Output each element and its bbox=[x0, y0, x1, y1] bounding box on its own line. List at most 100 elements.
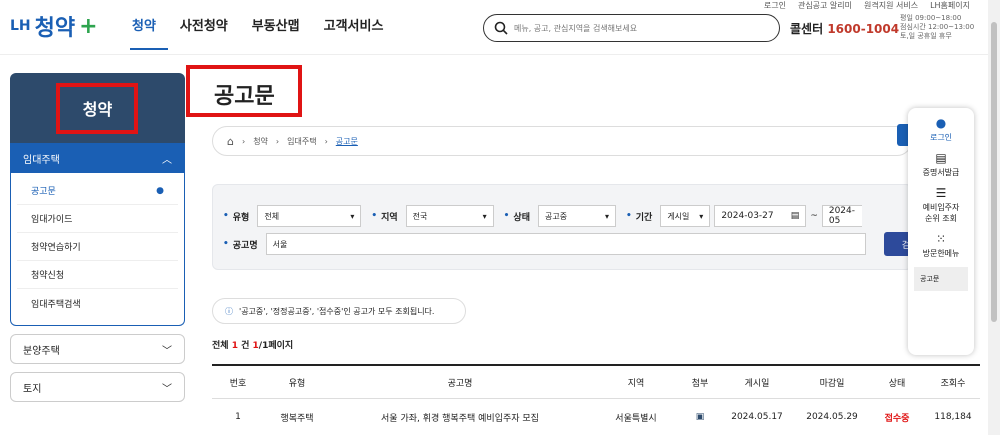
summary-post: /1페이지 bbox=[258, 341, 294, 351]
col-header: 게시일 bbox=[744, 378, 770, 389]
quick-cert[interactable]: ▤ 증명서발급 bbox=[908, 151, 974, 178]
sidebar-group-sale[interactable]: 분양주택 ﹀ bbox=[10, 334, 185, 364]
sidebar-item-search[interactable]: 임대주택검색 bbox=[17, 289, 178, 317]
document-icon: ▤ bbox=[935, 151, 947, 165]
quick-cert-label: 증명서발급 bbox=[922, 168, 960, 177]
sidebar-item-apply[interactable]: 청약신청 bbox=[17, 261, 178, 289]
notice-text: '공고중', '정정공고중', '접수중'인 공고가 모두 조회됩니다. bbox=[239, 306, 435, 316]
scrollbar[interactable] bbox=[988, 0, 1000, 435]
call-label: 콜센터 bbox=[790, 22, 824, 36]
logo[interactable]: LH 청약 + bbox=[10, 10, 98, 42]
date-separator: ~ bbox=[810, 211, 818, 221]
list-icon: ☰ bbox=[935, 186, 947, 200]
col-header: 조회수 bbox=[940, 378, 966, 389]
region-value: 전국 bbox=[412, 211, 428, 221]
nav-subscription[interactable]: 청약 bbox=[132, 15, 156, 34]
nav-customer-service[interactable]: 고객서비스 bbox=[324, 15, 384, 34]
chevron-down-icon: ﹀ bbox=[162, 345, 172, 357]
date-from-input[interactable]: 2024-03-27 ▤ bbox=[714, 205, 807, 227]
breadcrumb-item[interactable]: 청약 bbox=[253, 136, 268, 147]
attachment-icon[interactable]: ▣ bbox=[682, 412, 718, 422]
sidebar-group-rental-title[interactable]: 임대주택 ︿ bbox=[11, 143, 184, 173]
lh-home-link[interactable]: LH홈페이지 bbox=[930, 0, 970, 11]
col-header: 공고명 bbox=[447, 378, 473, 389]
caret-down-icon: ▾ bbox=[604, 211, 609, 221]
summary-count: 1 bbox=[231, 341, 238, 351]
cell-region: 서울특별시 bbox=[615, 413, 657, 424]
sidebar-group-land[interactable]: 토지 ﹀ bbox=[10, 372, 185, 402]
item-label: 임대주택검색 bbox=[31, 299, 81, 310]
alert-link[interactable]: 관심공고 알리미 bbox=[798, 0, 852, 11]
chevron-down-icon: ﹀ bbox=[162, 383, 172, 395]
active-dot-icon: ● bbox=[156, 185, 164, 196]
bullet-icon: • bbox=[371, 211, 378, 221]
nav-realestate-map[interactable]: 부동산맵 bbox=[252, 15, 300, 34]
sidebar-item-practice[interactable]: 청약연습하기 bbox=[17, 233, 178, 261]
chevron-right-icon: › bbox=[324, 136, 328, 146]
sidebar-group-rental: 임대주택 ︿ 공고문 ● 임대가이드 청약연습하기 청약신청 임대주택검색 bbox=[10, 143, 185, 326]
col-header: 상태 bbox=[888, 378, 906, 389]
col-header: 유형 bbox=[288, 378, 306, 389]
result-summary: 전체 1 건 1/1페이지 bbox=[212, 338, 293, 351]
type-label: 유형 bbox=[232, 212, 250, 223]
period-type-select[interactable]: 게시일 ▾ bbox=[660, 205, 711, 227]
status-select[interactable]: 공고중 ▾ bbox=[537, 205, 616, 227]
name-input[interactable]: 서울 bbox=[265, 233, 866, 255]
sidebar-item-notice[interactable]: 공고문 ● bbox=[17, 177, 178, 205]
summary-mid: 건 bbox=[241, 341, 250, 351]
quick-visited-label: 방문한메뉴 bbox=[922, 249, 960, 258]
sidebar-item-guide[interactable]: 임대가이드 bbox=[17, 205, 178, 233]
user-icon: ● bbox=[935, 116, 947, 130]
cell-posted: 2024.05.17 bbox=[731, 412, 783, 422]
notice-banner: ⓘ '공고중', '정정공고중', '접수중'인 공고가 모두 조회됩니다. bbox=[212, 298, 466, 324]
breadcrumb: ⌂ › 청약 › 임대주택 › 공고문 bbox=[212, 126, 912, 156]
name-label: 공고명 bbox=[232, 240, 258, 251]
period-type-value: 게시일 bbox=[667, 211, 690, 221]
home-icon[interactable]: ⌂ bbox=[227, 135, 234, 148]
top-links: 로그인 관심공고 알리미 원격지원 서비스 LH홈페이지 bbox=[764, 0, 970, 11]
status-label: 상태 bbox=[513, 212, 530, 223]
calendar-icon[interactable]: ▤ bbox=[791, 211, 800, 221]
scrollbar-thumb[interactable] bbox=[991, 22, 997, 322]
search-input[interactable] bbox=[514, 23, 764, 33]
cell-status: 접수중 bbox=[884, 413, 910, 424]
date-to-value: 2024-05 bbox=[828, 206, 856, 226]
notice-table: 번호 유형 공고명 지역 첨부 게시일 마감일 상태 조회수 1 행복주택 서울… bbox=[212, 364, 980, 435]
date-to-input[interactable]: 2024-05 bbox=[821, 205, 862, 227]
group-land-label: 토지 bbox=[23, 383, 42, 395]
col-header: 번호 bbox=[229, 378, 247, 389]
breadcrumb-current[interactable]: 공고문 bbox=[336, 136, 358, 147]
type-value: 전체 bbox=[264, 211, 280, 221]
chevron-up-icon: ︿ bbox=[162, 154, 172, 166]
col-header: 첨부 bbox=[691, 378, 709, 389]
nav-pre-subscription[interactable]: 사전청약 bbox=[180, 15, 228, 34]
quick-login[interactable]: ● 로그인 bbox=[908, 116, 974, 143]
quick-visited[interactable]: ⁙ 방문한메뉴 bbox=[908, 232, 974, 259]
breadcrumb-item[interactable]: 임대주택 bbox=[287, 136, 316, 147]
login-link[interactable]: 로그인 bbox=[764, 0, 786, 11]
cell-name[interactable]: 서울 가좌, 휘경 행복주택 예비입주자 모집 bbox=[330, 411, 590, 424]
quick-waitlist[interactable]: ☰ 예비입주자 순위 조회 bbox=[908, 186, 974, 224]
item-label: 청약신청 bbox=[31, 271, 65, 281]
search-icon[interactable] bbox=[494, 21, 508, 35]
grid-icon: ⁙ bbox=[935, 232, 947, 246]
item-label: 공고문 bbox=[31, 187, 56, 197]
region-select[interactable]: 전국 ▾ bbox=[405, 205, 494, 227]
table-row[interactable]: 1 행복주택 서울 가좌, 휘경 행복주택 예비입주자 모집 서울특별시 ▣ 2… bbox=[212, 399, 980, 435]
highlight-box-sidebar bbox=[56, 83, 138, 134]
bullet-icon: • bbox=[223, 211, 229, 221]
call-number[interactable]: 1600-1004 bbox=[827, 22, 899, 36]
type-select[interactable]: 전체 ▾ bbox=[257, 205, 362, 227]
info-icon: ⓘ bbox=[225, 306, 233, 316]
call-center: 콜센터 1600-1004 bbox=[790, 20, 899, 37]
col-header: 마감일 bbox=[819, 378, 845, 389]
col-header: 지역 bbox=[627, 378, 645, 389]
quick-recent-item[interactable]: 공고문 bbox=[914, 267, 968, 291]
date-from-value: 2024-03-27 bbox=[721, 211, 774, 221]
quick-waitlist-label: 예비입주자 순위 조회 bbox=[922, 203, 960, 223]
quick-login-label: 로그인 bbox=[929, 133, 953, 142]
group-sale-label: 분양주택 bbox=[23, 345, 60, 357]
cell-deadline: 2024.05.29 bbox=[806, 412, 858, 422]
remote-link[interactable]: 원격지원 서비스 bbox=[864, 0, 918, 11]
chevron-right-icon: › bbox=[275, 136, 280, 146]
